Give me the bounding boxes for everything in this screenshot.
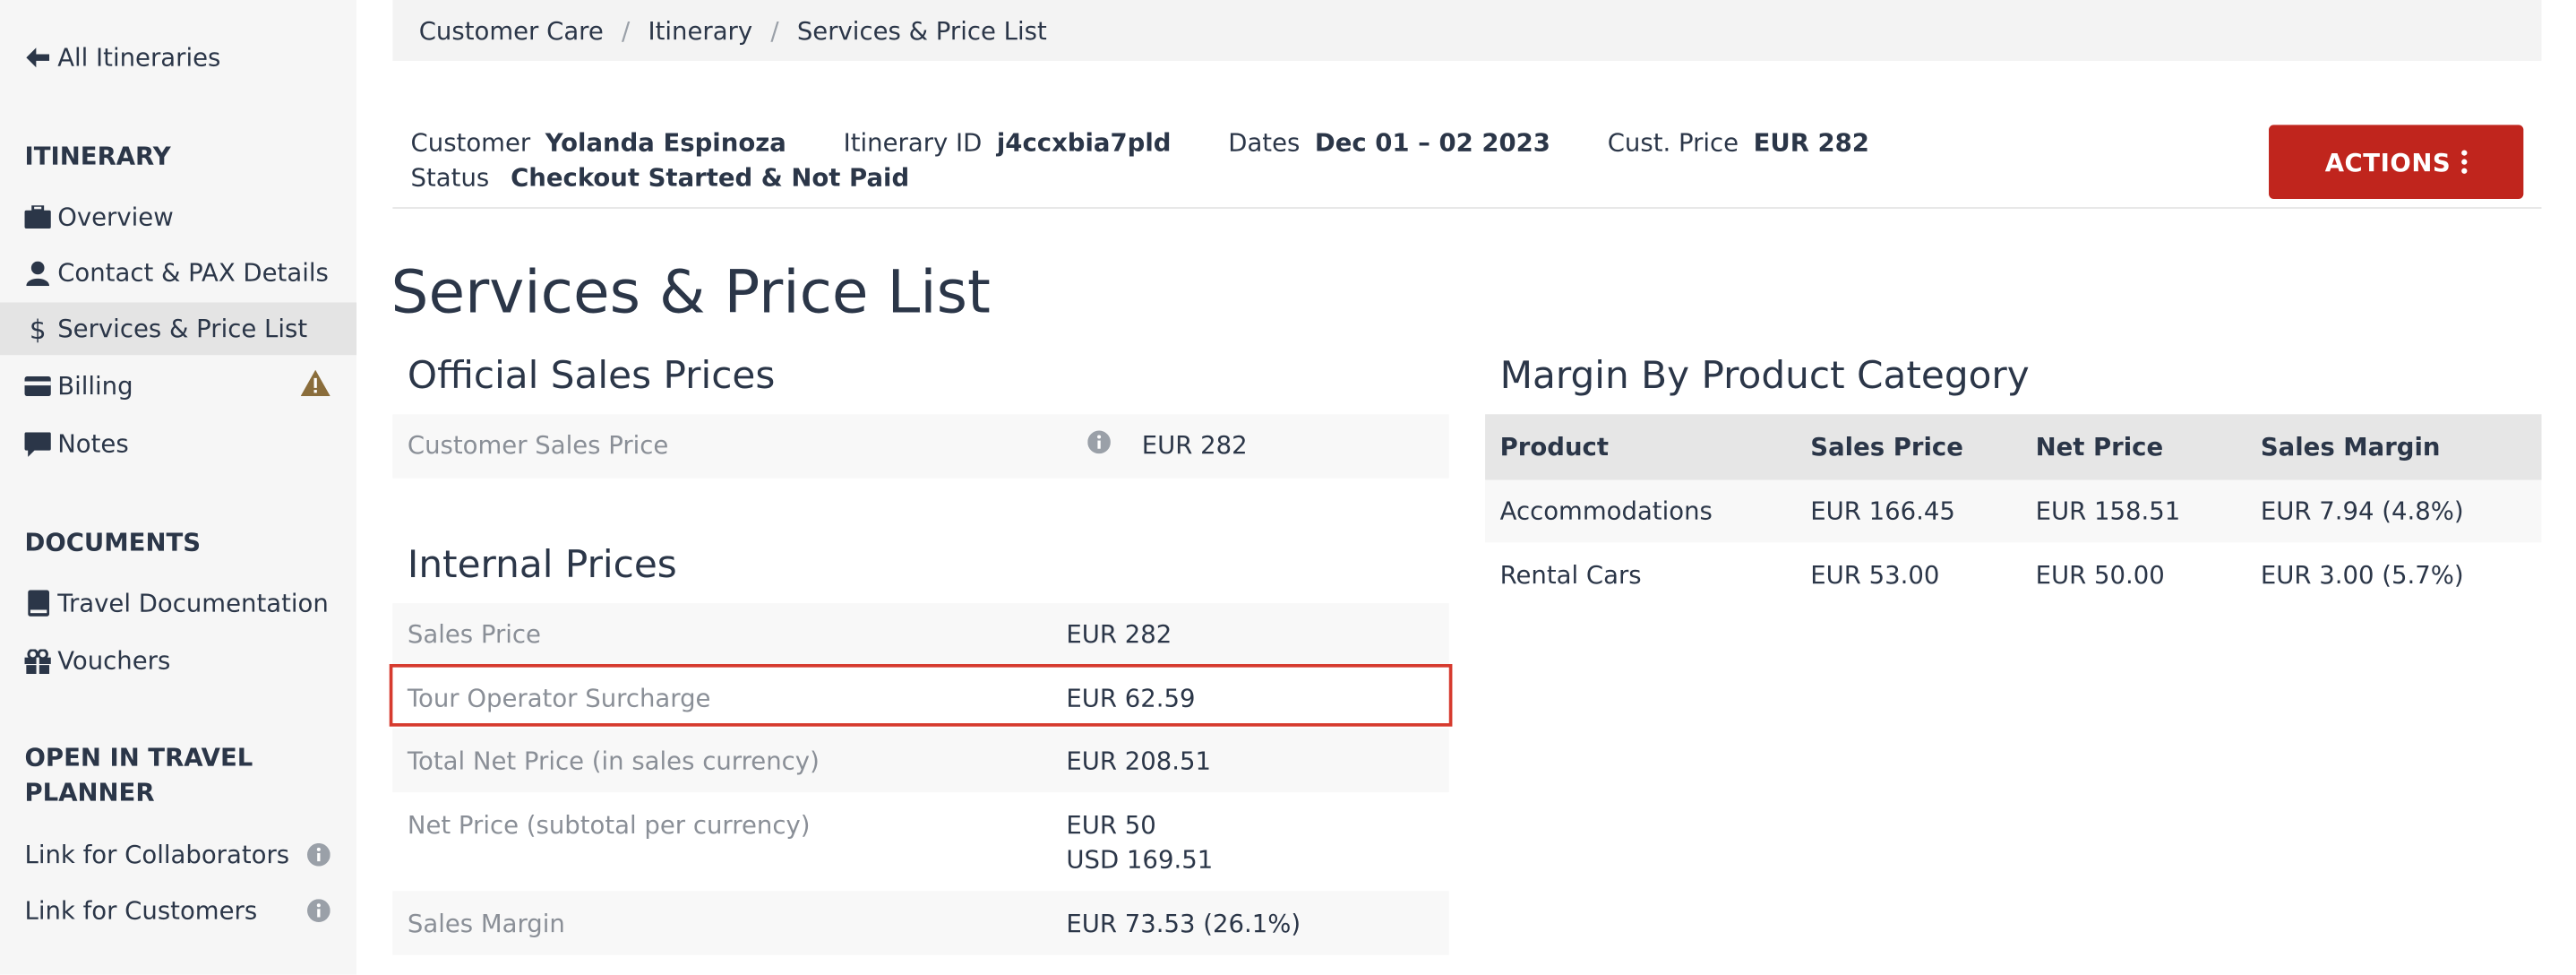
documents-heading: DOCUMENTS xyxy=(24,527,202,557)
row-value: EUR 282 xyxy=(1141,430,1248,461)
sidebar-item-label: Link for Collaborators xyxy=(24,840,290,870)
itinerary-summary-row: Customer Yolanda Espinoza Itinerary ID j4c… xyxy=(411,128,1919,158)
breadcrumb-itinerary[interactable]: Itinerary xyxy=(648,15,752,45)
sidebar-item-vouchers[interactable]: Vouchers xyxy=(0,634,356,687)
dollar-icon: $ xyxy=(25,315,51,342)
row-value: EUR 282 xyxy=(1066,619,1172,650)
gift-icon xyxy=(24,648,51,674)
total-net-price-row: Total Net Price (in sales currency) EUR … xyxy=(392,728,1449,793)
internal-prices-title: Internal Prices xyxy=(407,544,677,587)
breadcrumb: Customer Care / Itinerary / Services & P… xyxy=(392,0,2542,61)
page: All Itineraries ITINERARY Overview Conta… xyxy=(0,0,2576,975)
status-value: Checkout Started & Not Paid xyxy=(511,162,910,193)
arrow-left-icon xyxy=(25,46,51,69)
book-icon xyxy=(25,590,51,617)
net-price-cell: EUR 50.00 xyxy=(2035,560,2165,591)
credit-card-icon xyxy=(24,373,51,399)
comment-icon xyxy=(24,431,51,457)
svg-text:$: $ xyxy=(30,315,47,342)
sales-margin-cell: EUR 7.94 (4.8%) xyxy=(2260,496,2464,526)
itinerary-heading: ITINERARY xyxy=(24,141,171,171)
more-vertical-icon xyxy=(2460,150,2468,175)
row-label: Sales Price xyxy=(407,619,541,650)
sales-margin-cell: EUR 3.00 (5.7%) xyxy=(2260,560,2464,591)
all-itineraries-label: All Itineraries xyxy=(57,42,221,73)
margin-table-header: Product Sales Price Net Price Sales Marg… xyxy=(1485,414,2542,480)
highlight-box xyxy=(389,664,1453,727)
info-icon[interactable] xyxy=(1087,430,1111,454)
row-label: Net Price (subtotal per currency) xyxy=(407,810,811,841)
breadcrumb-customer-care[interactable]: Customer Care xyxy=(419,15,604,45)
customer-sales-price-row: Customer Sales Price EUR 282 xyxy=(392,414,1449,479)
net-price-subtotal-row: Net Price (subtotal per currency) EUR 50… xyxy=(392,792,1448,891)
sidebar-item-link-collaborators[interactable]: Link for Collaborators xyxy=(0,828,356,881)
table-row: Accommodations EUR 166.45 EUR 158.51 EUR… xyxy=(1485,479,2542,543)
actions-label: ACTIONS xyxy=(2324,147,2451,177)
sidebar-item-notes[interactable]: Notes xyxy=(0,418,356,470)
customer-label: Customer xyxy=(410,128,531,159)
sidebar-item-label: Notes xyxy=(57,428,129,459)
actions-button[interactable]: ACTIONS xyxy=(2269,125,2524,199)
net-price-cell: EUR 158.51 xyxy=(2035,496,2181,526)
cust-price-value: EUR 282 xyxy=(1753,128,1869,159)
breadcrumb-separator: / xyxy=(622,15,631,46)
row-label: Customer Sales Price xyxy=(407,430,669,461)
dates-value: Dec 01 – 02 2023 xyxy=(1314,128,1550,159)
product-cell: Accommodations xyxy=(1499,496,1713,526)
breadcrumb-current: Services & Price List xyxy=(796,15,1047,46)
sidebar-item-label: Billing xyxy=(57,371,133,401)
page-title: Services & Price List xyxy=(391,259,991,328)
warning-icon xyxy=(300,369,331,397)
column-header-product: Product xyxy=(1499,432,1610,462)
all-itineraries-link[interactable]: All Itineraries xyxy=(25,42,221,73)
status-row: Status Checkout Started & Not Paid xyxy=(411,163,959,193)
row-value-secondary: USD 169.51 xyxy=(1066,844,1214,875)
info-icon[interactable] xyxy=(306,842,331,867)
row-value: EUR 50 xyxy=(1066,810,1156,841)
breadcrumb-separator: / xyxy=(770,15,779,46)
official-sales-prices-title: Official Sales Prices xyxy=(407,355,776,398)
sales-margin-row: Sales Margin EUR 73.53 (26.1%) xyxy=(392,891,1449,955)
sidebar-item-label: Services & Price List xyxy=(57,314,308,344)
row-value: EUR 73.53 (26.1%) xyxy=(1066,909,1301,939)
itinerary-id-label: Itinerary ID xyxy=(843,128,983,159)
column-header-net-price: Net Price xyxy=(2035,432,2164,462)
sidebar-item-services-price-list[interactable]: $ Services & Price List xyxy=(0,302,357,356)
sales-price-cell: EUR 166.45 xyxy=(1810,496,1955,526)
cust-price-label: Cust. Price xyxy=(1607,128,1739,159)
column-header-sales-price: Sales Price xyxy=(1810,432,1963,462)
sales-price-row: Sales Price EUR 282 xyxy=(392,603,1449,666)
sidebar-item-label: Travel Documentation xyxy=(57,588,329,618)
product-cell: Rental Cars xyxy=(1499,560,1642,591)
sidebar-item-travel-documentation[interactable]: Travel Documentation xyxy=(0,577,356,630)
sales-price-cell: EUR 53.00 xyxy=(1810,560,1940,591)
user-icon xyxy=(25,260,51,286)
info-icon[interactable] xyxy=(306,899,331,922)
margin-by-product-category-title: Margin By Product Category xyxy=(1499,355,2030,398)
sidebar-item-link-customers[interactable]: Link for Customers xyxy=(0,884,356,937)
sidebar-item-contact-pax[interactable]: Contact & PAX Details xyxy=(0,246,356,299)
row-label: Total Net Price (in sales currency) xyxy=(407,746,820,776)
row-value: EUR 208.51 xyxy=(1066,746,1212,776)
sidebar-item-overview[interactable]: Overview xyxy=(0,191,356,244)
sidebar: All Itineraries ITINERARY Overview Conta… xyxy=(0,0,357,975)
header-divider xyxy=(392,207,2542,209)
status-label: Status xyxy=(410,162,490,193)
sidebar-item-label: Overview xyxy=(57,202,174,232)
column-header-sales-margin: Sales Margin xyxy=(2260,432,2441,462)
table-row: Rental Cars EUR 53.00 EUR 50.00 EUR 3.00… xyxy=(1485,544,2541,607)
customer-value: Yolanda Espinoza xyxy=(545,128,786,159)
sidebar-item-label: Vouchers xyxy=(57,645,171,676)
row-label: Sales Margin xyxy=(407,909,565,939)
briefcase-icon xyxy=(24,203,51,229)
sidebar-item-billing[interactable]: Billing xyxy=(0,360,356,413)
dates-label: Dates xyxy=(1228,128,1301,159)
itinerary-id-value: j4ccxbia7pld xyxy=(996,128,1172,159)
sidebar-item-label: Contact & PAX Details xyxy=(57,257,329,288)
open-in-travel-planner-heading: OPEN IN TRAVEL PLANNER xyxy=(24,743,253,807)
sidebar-item-label: Link for Customers xyxy=(24,895,258,926)
